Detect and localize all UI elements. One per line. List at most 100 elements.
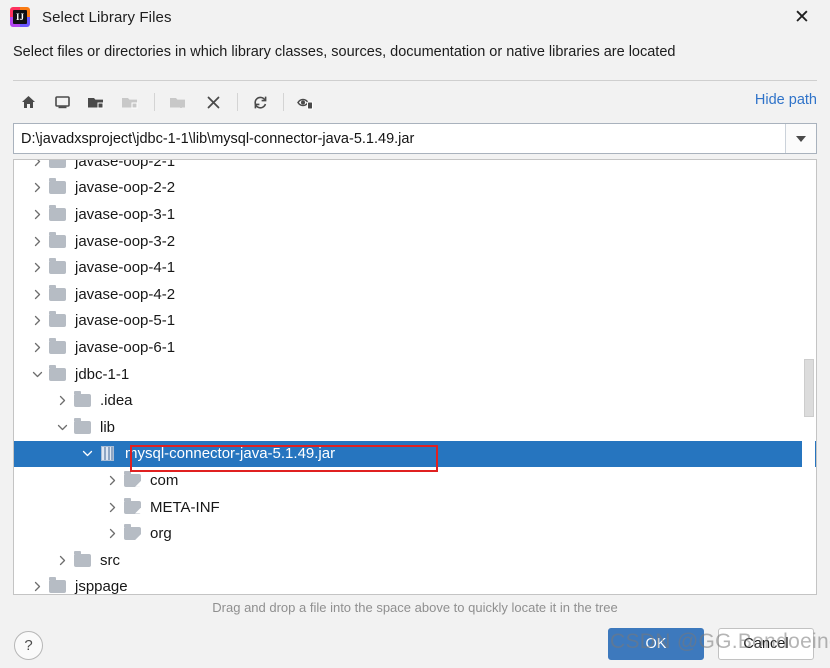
chevron-right-icon[interactable] xyxy=(26,289,48,300)
window-title: Select Library Files xyxy=(42,8,172,26)
tree-row-label: javase-oop-6-1 xyxy=(75,338,176,356)
tree-row-label: javase-oop-5-1 xyxy=(75,312,176,330)
tree-row-label: javase-oop-3-2 xyxy=(75,232,176,250)
chevron-right-icon[interactable] xyxy=(101,528,123,539)
toolbar-separator xyxy=(237,93,238,111)
folder-icon xyxy=(73,550,93,569)
folder-icon xyxy=(48,204,68,223)
help-button[interactable]: ? xyxy=(14,631,43,660)
tree-row[interactable]: javase-oop-4-2 xyxy=(14,281,816,308)
chevron-right-icon[interactable] xyxy=(51,395,73,406)
chevron-right-icon[interactable] xyxy=(26,209,48,220)
project-folder-icon[interactable] xyxy=(83,89,109,115)
toolbar-separator xyxy=(283,93,284,111)
tree-row-label: lib xyxy=(100,418,116,436)
tree-row[interactable]: org xyxy=(14,520,816,547)
tree-row[interactable]: javase-oop-3-1 xyxy=(14,201,816,228)
intellij-idea-icon: IJ xyxy=(10,7,30,27)
tree-row-label: javase-oop-3-1 xyxy=(75,205,176,223)
ok-button[interactable]: OK xyxy=(608,628,704,660)
tree-row-label: mysql-connector-java-5.1.49.jar xyxy=(125,445,336,463)
package-folder-icon xyxy=(123,470,143,489)
new-folder-icon xyxy=(165,89,191,115)
tree-row-label: .idea xyxy=(100,392,133,410)
tree-row[interactable]: mysql-connector-java-5.1.49.jar xyxy=(14,440,816,468)
cancel-button[interactable]: Cancel xyxy=(718,628,814,660)
module-folder-icon xyxy=(117,89,143,115)
chevron-down-icon[interactable] xyxy=(26,369,48,380)
chevron-right-icon[interactable] xyxy=(26,262,48,273)
tree-row[interactable]: javase-oop-5-1 xyxy=(14,308,816,335)
folder-icon xyxy=(48,258,68,276)
path-input[interactable]: D:\javadxsproject\jdbc-1-1\lib\mysql-con… xyxy=(14,124,785,153)
folder-icon xyxy=(48,284,68,303)
app-icon-letters: IJ xyxy=(13,10,27,24)
tree-row[interactable]: lib xyxy=(14,414,816,441)
tree-row-label: META-INF xyxy=(150,498,220,516)
chevron-down-icon[interactable] xyxy=(51,422,73,433)
desktop-icon[interactable] xyxy=(49,89,75,115)
hide-path-link[interactable]: Hide path xyxy=(755,92,817,108)
tree-row-label: javase-oop-2-2 xyxy=(75,179,176,197)
tree-row[interactable]: javase-oop-3-2 xyxy=(14,228,816,255)
tree-row[interactable]: src xyxy=(14,547,816,574)
chevron-down-icon[interactable] xyxy=(76,448,98,459)
dialog-description: Select files or directories in which lib… xyxy=(13,44,676,60)
folder-icon xyxy=(48,231,68,250)
tree-row[interactable]: jsppage xyxy=(14,574,816,595)
show-hidden-icon[interactable] xyxy=(293,89,319,115)
folder-icon xyxy=(48,337,68,356)
tree-row[interactable]: META-INF xyxy=(14,494,816,521)
tree-row[interactable]: jdbc-1-1 xyxy=(14,361,816,388)
tree-row[interactable]: javase-oop-6-1 xyxy=(14,334,816,361)
tree-row-label: jsppage xyxy=(75,578,128,595)
tree-row-label: javase-oop-4-2 xyxy=(75,285,176,303)
toolbar: Hide path xyxy=(13,84,817,120)
tree-row[interactable]: .idea xyxy=(14,387,816,414)
drag-drop-hint: Drag and drop a file into the space abov… xyxy=(212,600,618,615)
tree-row-label: javase-oop-4-1 xyxy=(75,259,176,277)
folder-icon xyxy=(48,364,68,383)
chevron-right-icon[interactable] xyxy=(51,555,73,566)
tree-row[interactable]: javase-oop-2-1 xyxy=(14,159,816,175)
path-combobox[interactable]: D:\javadxsproject\jdbc-1-1\lib\mysql-con… xyxy=(13,123,817,154)
close-icon[interactable]: ✕ xyxy=(782,2,822,32)
folder-icon xyxy=(48,311,68,329)
chevron-right-icon[interactable] xyxy=(26,160,48,167)
scrollbar-thumb[interactable] xyxy=(804,359,814,417)
file-tree-panel[interactable]: javase-oop-2-1 javase-oop-2-2 javase-oop-3… xyxy=(13,159,817,595)
header-divider xyxy=(13,80,817,81)
folder-icon xyxy=(73,391,93,409)
chevron-right-icon[interactable] xyxy=(26,182,48,193)
chevron-right-icon[interactable] xyxy=(26,581,48,592)
refresh-icon[interactable] xyxy=(247,89,273,115)
folder-icon xyxy=(48,577,68,594)
chevron-right-icon[interactable] xyxy=(26,315,48,326)
chevron-right-icon[interactable] xyxy=(101,502,123,513)
tree-row-label: org xyxy=(150,525,172,543)
chevron-right-icon[interactable] xyxy=(26,236,48,247)
tree-row[interactable]: javase-oop-2-2 xyxy=(14,175,816,202)
delete-icon[interactable] xyxy=(200,89,226,115)
package-folder-icon xyxy=(123,524,143,542)
tree-row-label: jdbc-1-1 xyxy=(75,365,130,383)
chevron-down-icon[interactable] xyxy=(785,124,816,153)
chevron-right-icon[interactable] xyxy=(26,342,48,353)
select-library-files-dialog: IJ Select Library Files ✕ Select files o… xyxy=(0,0,830,668)
tree-row[interactable]: com xyxy=(14,467,816,494)
folder-icon xyxy=(48,178,68,196)
package-folder-icon xyxy=(123,497,143,516)
jar-file-icon xyxy=(98,445,118,462)
toolbar-separator xyxy=(154,93,155,111)
folder-icon xyxy=(73,417,93,436)
folder-icon xyxy=(48,160,68,170)
tree-row-label: com xyxy=(150,471,179,489)
home-icon[interactable] xyxy=(15,89,41,115)
file-tree: javase-oop-2-1 javase-oop-2-2 javase-oop-3… xyxy=(14,159,816,595)
chevron-right-icon[interactable] xyxy=(101,475,123,486)
tree-row[interactable]: javase-oop-4-1 xyxy=(14,254,816,281)
tree-row-label: src xyxy=(100,551,120,569)
tree-row-label: javase-oop-2-1 xyxy=(75,159,176,170)
tree-vertical-scrollbar[interactable] xyxy=(802,161,815,594)
title-bar: IJ Select Library Files ✕ xyxy=(0,0,830,34)
